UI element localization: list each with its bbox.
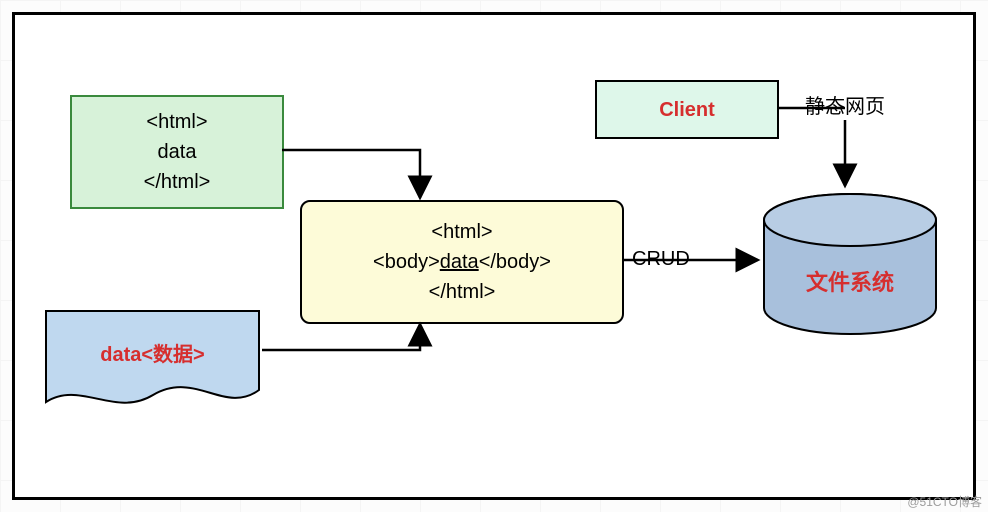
- file-system-cylinder: 文件系统: [760, 190, 940, 330]
- data-doc-label: data<数据>: [45, 338, 260, 367]
- client-box: Client: [595, 80, 779, 139]
- cylinder-label: 文件系统: [760, 265, 940, 297]
- merged-line1: <html>: [373, 217, 551, 247]
- static-page-label: 静态网页: [805, 90, 885, 119]
- watermark: @51CTO博客: [907, 493, 982, 510]
- merged-line2: <body>data</body>: [373, 247, 551, 277]
- template-line3: </html>: [144, 167, 211, 197]
- data-document: data<数据>: [45, 310, 260, 410]
- crud-label: CRUD: [632, 248, 690, 271]
- template-line2: data: [144, 137, 211, 167]
- html-template-box: <html> data </html>: [70, 95, 284, 209]
- merged-output-box: <html> <body>data</body> </html>: [300, 200, 624, 324]
- template-line1: <html>: [144, 107, 211, 137]
- merged-line3: </html>: [373, 277, 551, 307]
- client-label: Client: [659, 95, 715, 125]
